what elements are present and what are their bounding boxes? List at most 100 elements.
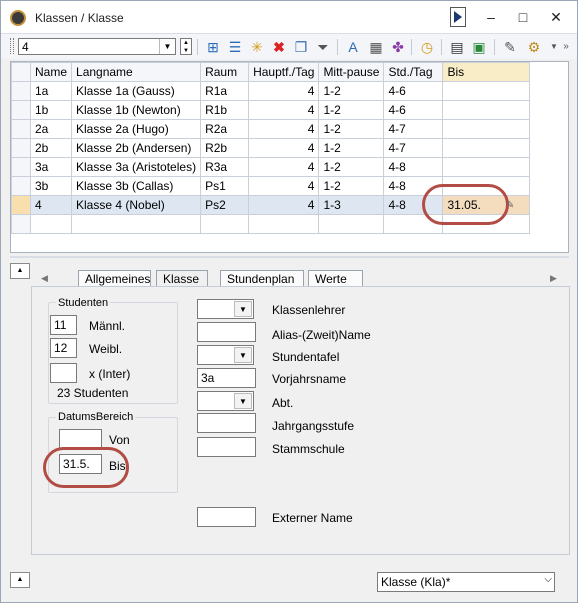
new-record-icon[interactable]: ⊞ — [204, 38, 222, 56]
column-header-hauptf[interactable]: Hauptf./Tag — [248, 62, 320, 82]
settings-icon[interactable]: ⚙ — [525, 38, 543, 56]
cell-raum[interactable]: R2b — [200, 138, 250, 158]
cell-hauptf[interactable]: 4 — [248, 138, 320, 158]
table-row[interactable]: 3a Klasse 3a (Aristoteles) R3a 4 1-2 4-8 — [11, 157, 531, 177]
row-header[interactable] — [11, 157, 31, 177]
row-header[interactable] — [11, 176, 31, 196]
export-icon[interactable]: ▣ — [470, 38, 488, 56]
table-row[interactable]: 2b Klasse 2b (Andersen) R2b 4 1-2 4-7 — [11, 138, 531, 158]
inter-count-field[interactable] — [50, 363, 77, 383]
close-button[interactable]: ✕ — [542, 5, 570, 29]
chevron-down-icon[interactable]: ⌵ — [544, 574, 552, 585]
chevron-down-icon[interactable]: ▼ — [234, 301, 252, 317]
row-header[interactable] — [11, 119, 31, 139]
row-header[interactable] — [11, 138, 31, 158]
cell-std-tag[interactable]: 4-6 — [383, 81, 444, 101]
cell-mittpause[interactable]: 1-2 — [318, 100, 385, 120]
link-icon[interactable]: ✤ — [389, 38, 407, 56]
list-icon[interactable]: ☰ — [226, 38, 244, 56]
alias-name-field[interactable] — [197, 322, 256, 342]
cell-empty[interactable] — [248, 214, 320, 234]
table-row[interactable]: 2a Klasse 2a (Hugo) R2a 4 1-2 4-7 — [11, 119, 531, 139]
clock-icon[interactable]: ◷ — [418, 38, 436, 56]
cell-langname[interactable]: Klasse 3a (Aristoteles) — [71, 157, 202, 177]
row-header[interactable] — [11, 214, 31, 234]
filter-icon[interactable]: ⏷ — [314, 38, 332, 56]
cell-langname[interactable]: Klasse 2b (Andersen) — [71, 138, 202, 158]
collapse-up-button[interactable]: ▲ — [10, 263, 30, 279]
cell-name[interactable]: 1b — [29, 100, 73, 120]
collapse-up-button[interactable]: ▲ — [10, 572, 30, 588]
column-header-name[interactable]: Name — [29, 62, 73, 82]
chevron-down-icon[interactable]: ▼ — [234, 347, 252, 363]
filter-spinner[interactable]: ▲ ▼ — [180, 38, 192, 55]
row-header[interactable] — [11, 81, 31, 101]
run-button[interactable] — [450, 7, 466, 27]
column-header-std-tag[interactable]: Std./Tag — [383, 62, 444, 82]
view-select[interactable]: Klasse (Kla)* ⌵ — [377, 572, 555, 592]
cell-langname[interactable]: Klasse 1a (Gauss) — [71, 81, 202, 101]
cell-hauptf[interactable]: 4 — [248, 176, 320, 196]
calendar-icon[interactable]: ▤ — [448, 38, 466, 56]
column-header-bis[interactable]: Bis — [442, 62, 531, 82]
department-select[interactable]: ▼ — [197, 391, 254, 411]
cell-hauptf[interactable]: 4 — [248, 157, 320, 177]
cell-raum[interactable]: R1b — [200, 100, 250, 120]
home-school-field[interactable] — [197, 437, 256, 457]
cell-std-tag[interactable]: 4-7 — [383, 138, 444, 158]
filter-combo[interactable]: 4 ▼ — [18, 38, 176, 55]
cell-hauptf[interactable]: 4 — [248, 100, 320, 120]
tools-icon[interactable]: ✎ — [501, 38, 519, 56]
copy-icon[interactable]: ❐ — [292, 38, 310, 56]
cell-std-tag[interactable]: 4-8 — [383, 157, 444, 177]
column-header-mittpause[interactable]: Mitt-pause — [318, 62, 385, 82]
row-header[interactable] — [11, 100, 31, 120]
cell-name[interactable]: 3a — [29, 157, 73, 177]
class-teacher-select[interactable]: ▼ — [197, 299, 254, 319]
cell-name[interactable]: 2a — [29, 119, 73, 139]
cell-std-tag[interactable]: 4-7 — [383, 119, 444, 139]
cell-std-tag[interactable]: 4-6 — [383, 100, 444, 120]
cell-name[interactable]: 2b — [29, 138, 73, 158]
chevron-down-icon[interactable]: ▼ — [159, 39, 175, 54]
column-header-langname[interactable]: Langname — [71, 62, 202, 82]
cell-hauptf[interactable]: 4 — [248, 119, 320, 139]
male-count-field[interactable]: 11 — [50, 315, 77, 335]
column-header-raum[interactable]: Raum — [200, 62, 250, 82]
previous-year-name-field[interactable]: 3a — [197, 368, 256, 388]
cell-bis[interactable] — [442, 119, 531, 139]
cell-mittpause[interactable]: 1-2 — [318, 119, 385, 139]
minimize-button[interactable]: – — [477, 5, 505, 29]
curriculum-select[interactable]: ▼ — [197, 345, 254, 365]
toolbar-overflow-icon[interactable]: » — [557, 38, 575, 56]
cell-raum[interactable]: R1a — [200, 81, 250, 101]
cell-langname[interactable]: Klasse 1b (Newton) — [71, 100, 202, 120]
tab-scroll-left-icon[interactable]: ◀ — [41, 273, 48, 284]
cell-bis[interactable] — [442, 100, 531, 120]
new-document-icon[interactable]: ✳ — [248, 38, 266, 56]
tab-allgemeines[interactable]: Allgemeines — [78, 270, 151, 287]
cell-raum[interactable]: R2a — [200, 119, 250, 139]
cell-langname[interactable]: Klasse 4 (Nobel) — [71, 195, 202, 215]
table-row[interactable]: 1b Klasse 1b (Newton) R1b 4 1-2 4-6 — [11, 100, 531, 120]
cell-mittpause[interactable]: 1-2 — [318, 176, 385, 196]
cell-mittpause[interactable]: 1-2 — [318, 81, 385, 101]
cell-name[interactable]: 1a — [29, 81, 73, 101]
sort-icon[interactable]: A — [344, 38, 362, 56]
cell-hauptf[interactable]: 4 — [248, 81, 320, 101]
cell-raum[interactable]: R3a — [200, 157, 250, 177]
grade-level-field[interactable] — [197, 413, 256, 433]
splitter[interactable] — [10, 256, 569, 258]
cell-name[interactable]: 4 — [29, 195, 73, 215]
toolbar-grip[interactable] — [10, 38, 14, 54]
table-row[interactable]: 1a Klasse 1a (Gauss) R1a 4 1-2 4-6 — [11, 81, 531, 101]
cell-langname[interactable]: Klasse 3b (Callas) — [71, 176, 202, 196]
delete-icon[interactable]: ✖ — [270, 38, 288, 56]
row-header[interactable] — [11, 195, 31, 215]
tab-werte[interactable]: Werte — [308, 270, 363, 287]
cell-empty[interactable] — [29, 214, 73, 234]
female-count-field[interactable]: 12 — [50, 338, 77, 358]
table-icon[interactable]: ▦ — [367, 38, 385, 56]
cell-mittpause[interactable]: 1-3 — [318, 195, 385, 215]
cell-name[interactable]: 3b — [29, 176, 73, 196]
